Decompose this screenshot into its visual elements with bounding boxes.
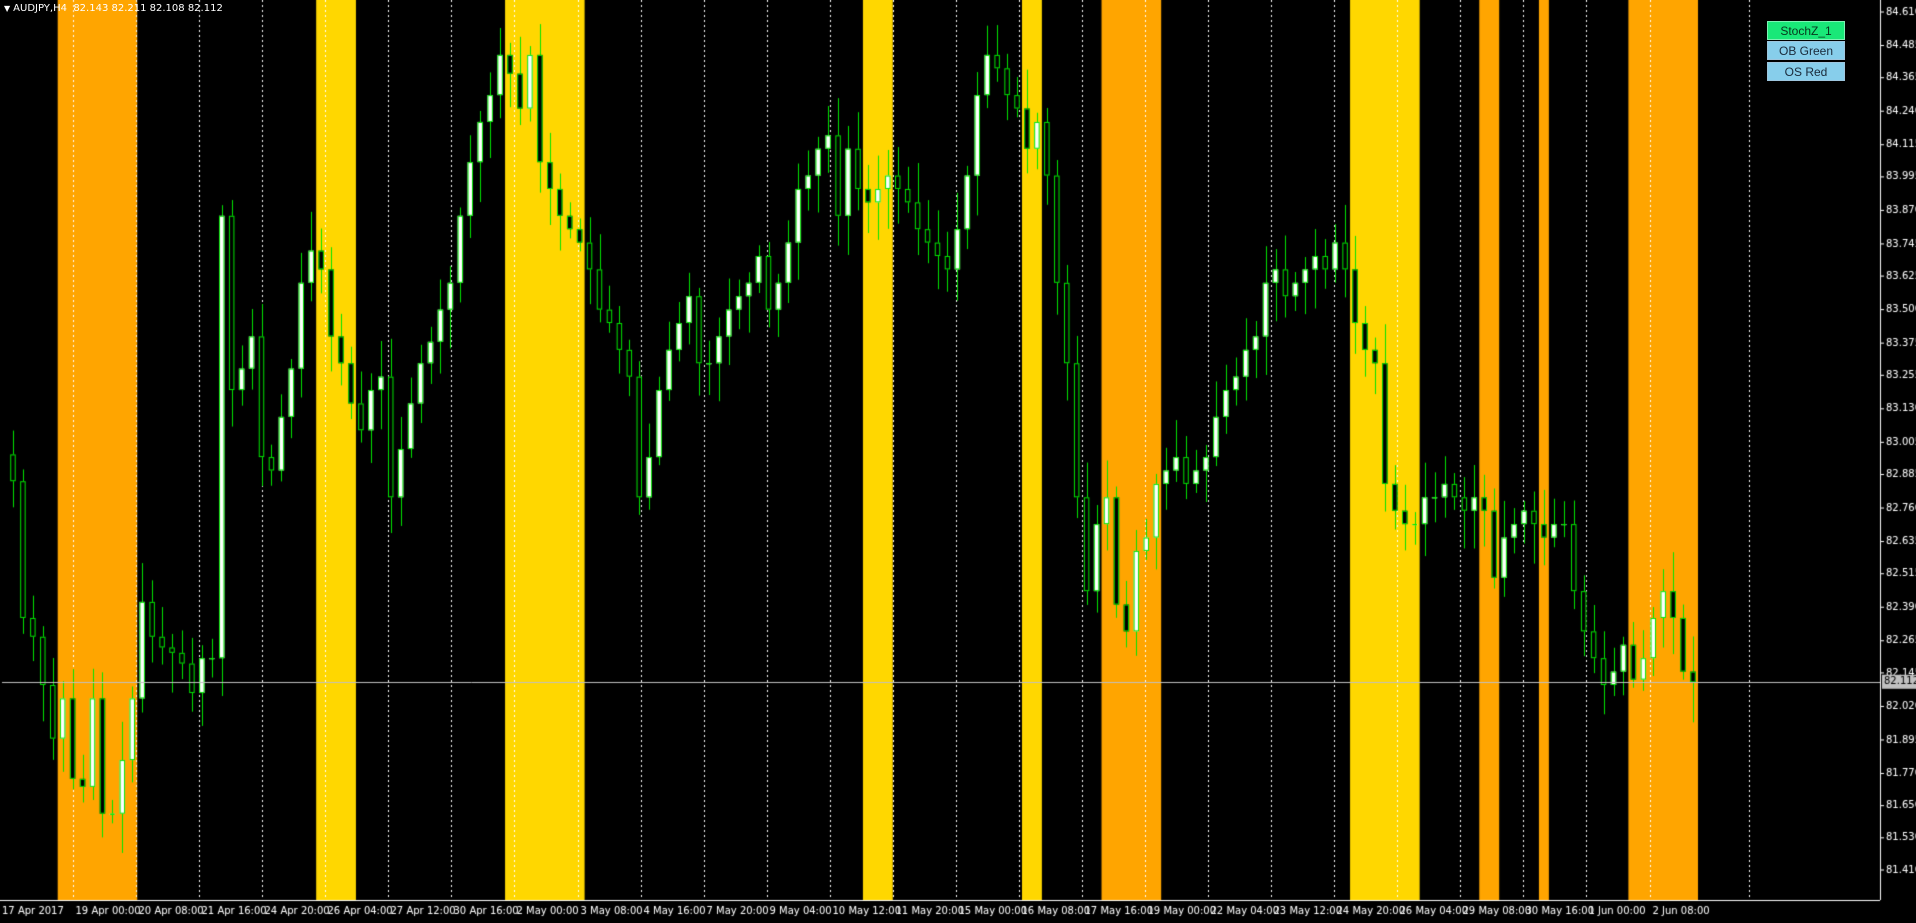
oversold-red-button[interactable]: OS Red bbox=[1767, 62, 1845, 81]
chart-title: ▼ AUDJPY,H4 82.143 82.211 82.108 82.112 bbox=[4, 3, 223, 14]
overbought-green-button[interactable]: OB Green bbox=[1767, 41, 1845, 60]
symbol-label: AUDJPY,H4 bbox=[13, 3, 67, 14]
candlestick-chart[interactable] bbox=[0, 0, 1916, 923]
dropdown-icon[interactable]: ▼ bbox=[4, 4, 10, 13]
ohlc-label: 82.143 82.211 82.108 82.112 bbox=[73, 3, 223, 14]
stoch-indicator-button[interactable]: StochZ_1 bbox=[1767, 21, 1845, 40]
